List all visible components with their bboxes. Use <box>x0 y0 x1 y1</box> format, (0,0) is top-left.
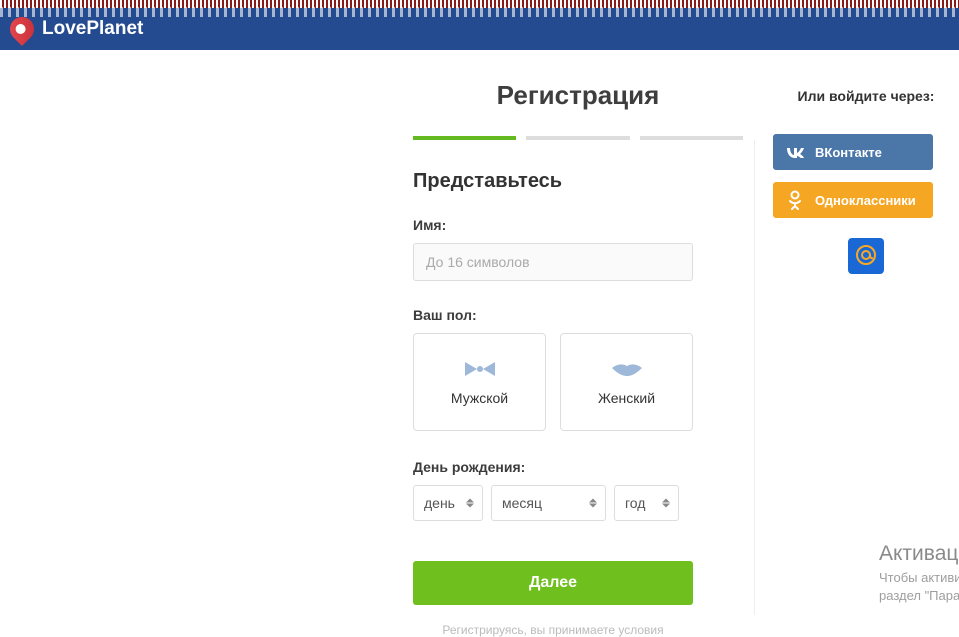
bowtie-icon <box>460 358 500 380</box>
ok-icon <box>785 190 805 210</box>
watermark-line1: Чтобы активировать <box>879 569 959 587</box>
day-select[interactable]: день <box>413 485 483 521</box>
gender-male-card[interactable]: Мужской <box>413 333 546 431</box>
vertical-divider <box>754 140 755 615</box>
lips-icon <box>607 358 647 380</box>
year-placeholder: год <box>625 495 645 511</box>
gender-male-label: Мужской <box>451 390 508 406</box>
stepper-arrows-icon <box>662 499 670 508</box>
vk-label: ВКонтакте <box>815 145 882 160</box>
progress-step-3 <box>640 136 743 140</box>
progress-step-1 <box>413 136 516 140</box>
birthday-label: День рождения: <box>413 459 743 475</box>
progress-indicator <box>413 136 743 140</box>
day-placeholder: день <box>424 495 455 511</box>
icicles-decoration <box>0 7 959 17</box>
stepper-arrows-icon <box>589 499 597 508</box>
gender-female-card[interactable]: Женский <box>560 333 693 431</box>
windows-watermark: Активация Windows Чтобы активировать раз… <box>879 539 959 605</box>
at-icon <box>855 244 877 269</box>
month-placeholder: месяц <box>502 495 542 511</box>
year-select[interactable]: год <box>614 485 679 521</box>
terms-text: Регистрируясь, вы принимаете условия <box>413 623 693 637</box>
alt-login-title: Или войдите через: <box>773 88 959 104</box>
ok-login-button[interactable]: Одноклассники <box>773 182 933 218</box>
logo-icon <box>5 12 39 46</box>
watermark-line2: раздел "Параметры" <box>879 587 959 605</box>
vk-login-button[interactable]: ВКонтакте <box>773 134 933 170</box>
progress-step-2 <box>526 136 629 140</box>
mailru-login-button[interactable] <box>848 238 884 274</box>
page-title: Регистрация <box>438 80 718 111</box>
ok-label: Одноклассники <box>815 193 916 208</box>
vk-icon <box>785 142 805 162</box>
month-select[interactable]: месяц <box>491 485 606 521</box>
gender-label: Ваш пол: <box>413 307 743 323</box>
watermark-title: Активация Windows <box>879 539 959 568</box>
name-label: Имя: <box>413 217 743 233</box>
stepper-arrows-icon <box>466 499 474 508</box>
section-title: Представьтесь <box>413 170 743 193</box>
name-input[interactable] <box>413 243 693 281</box>
logo-text[interactable]: LovePlanet <box>42 18 143 40</box>
gender-female-label: Женский <box>598 390 655 406</box>
header: LovePlanet <box>0 8 959 50</box>
next-button[interactable]: Далее <box>413 561 693 605</box>
